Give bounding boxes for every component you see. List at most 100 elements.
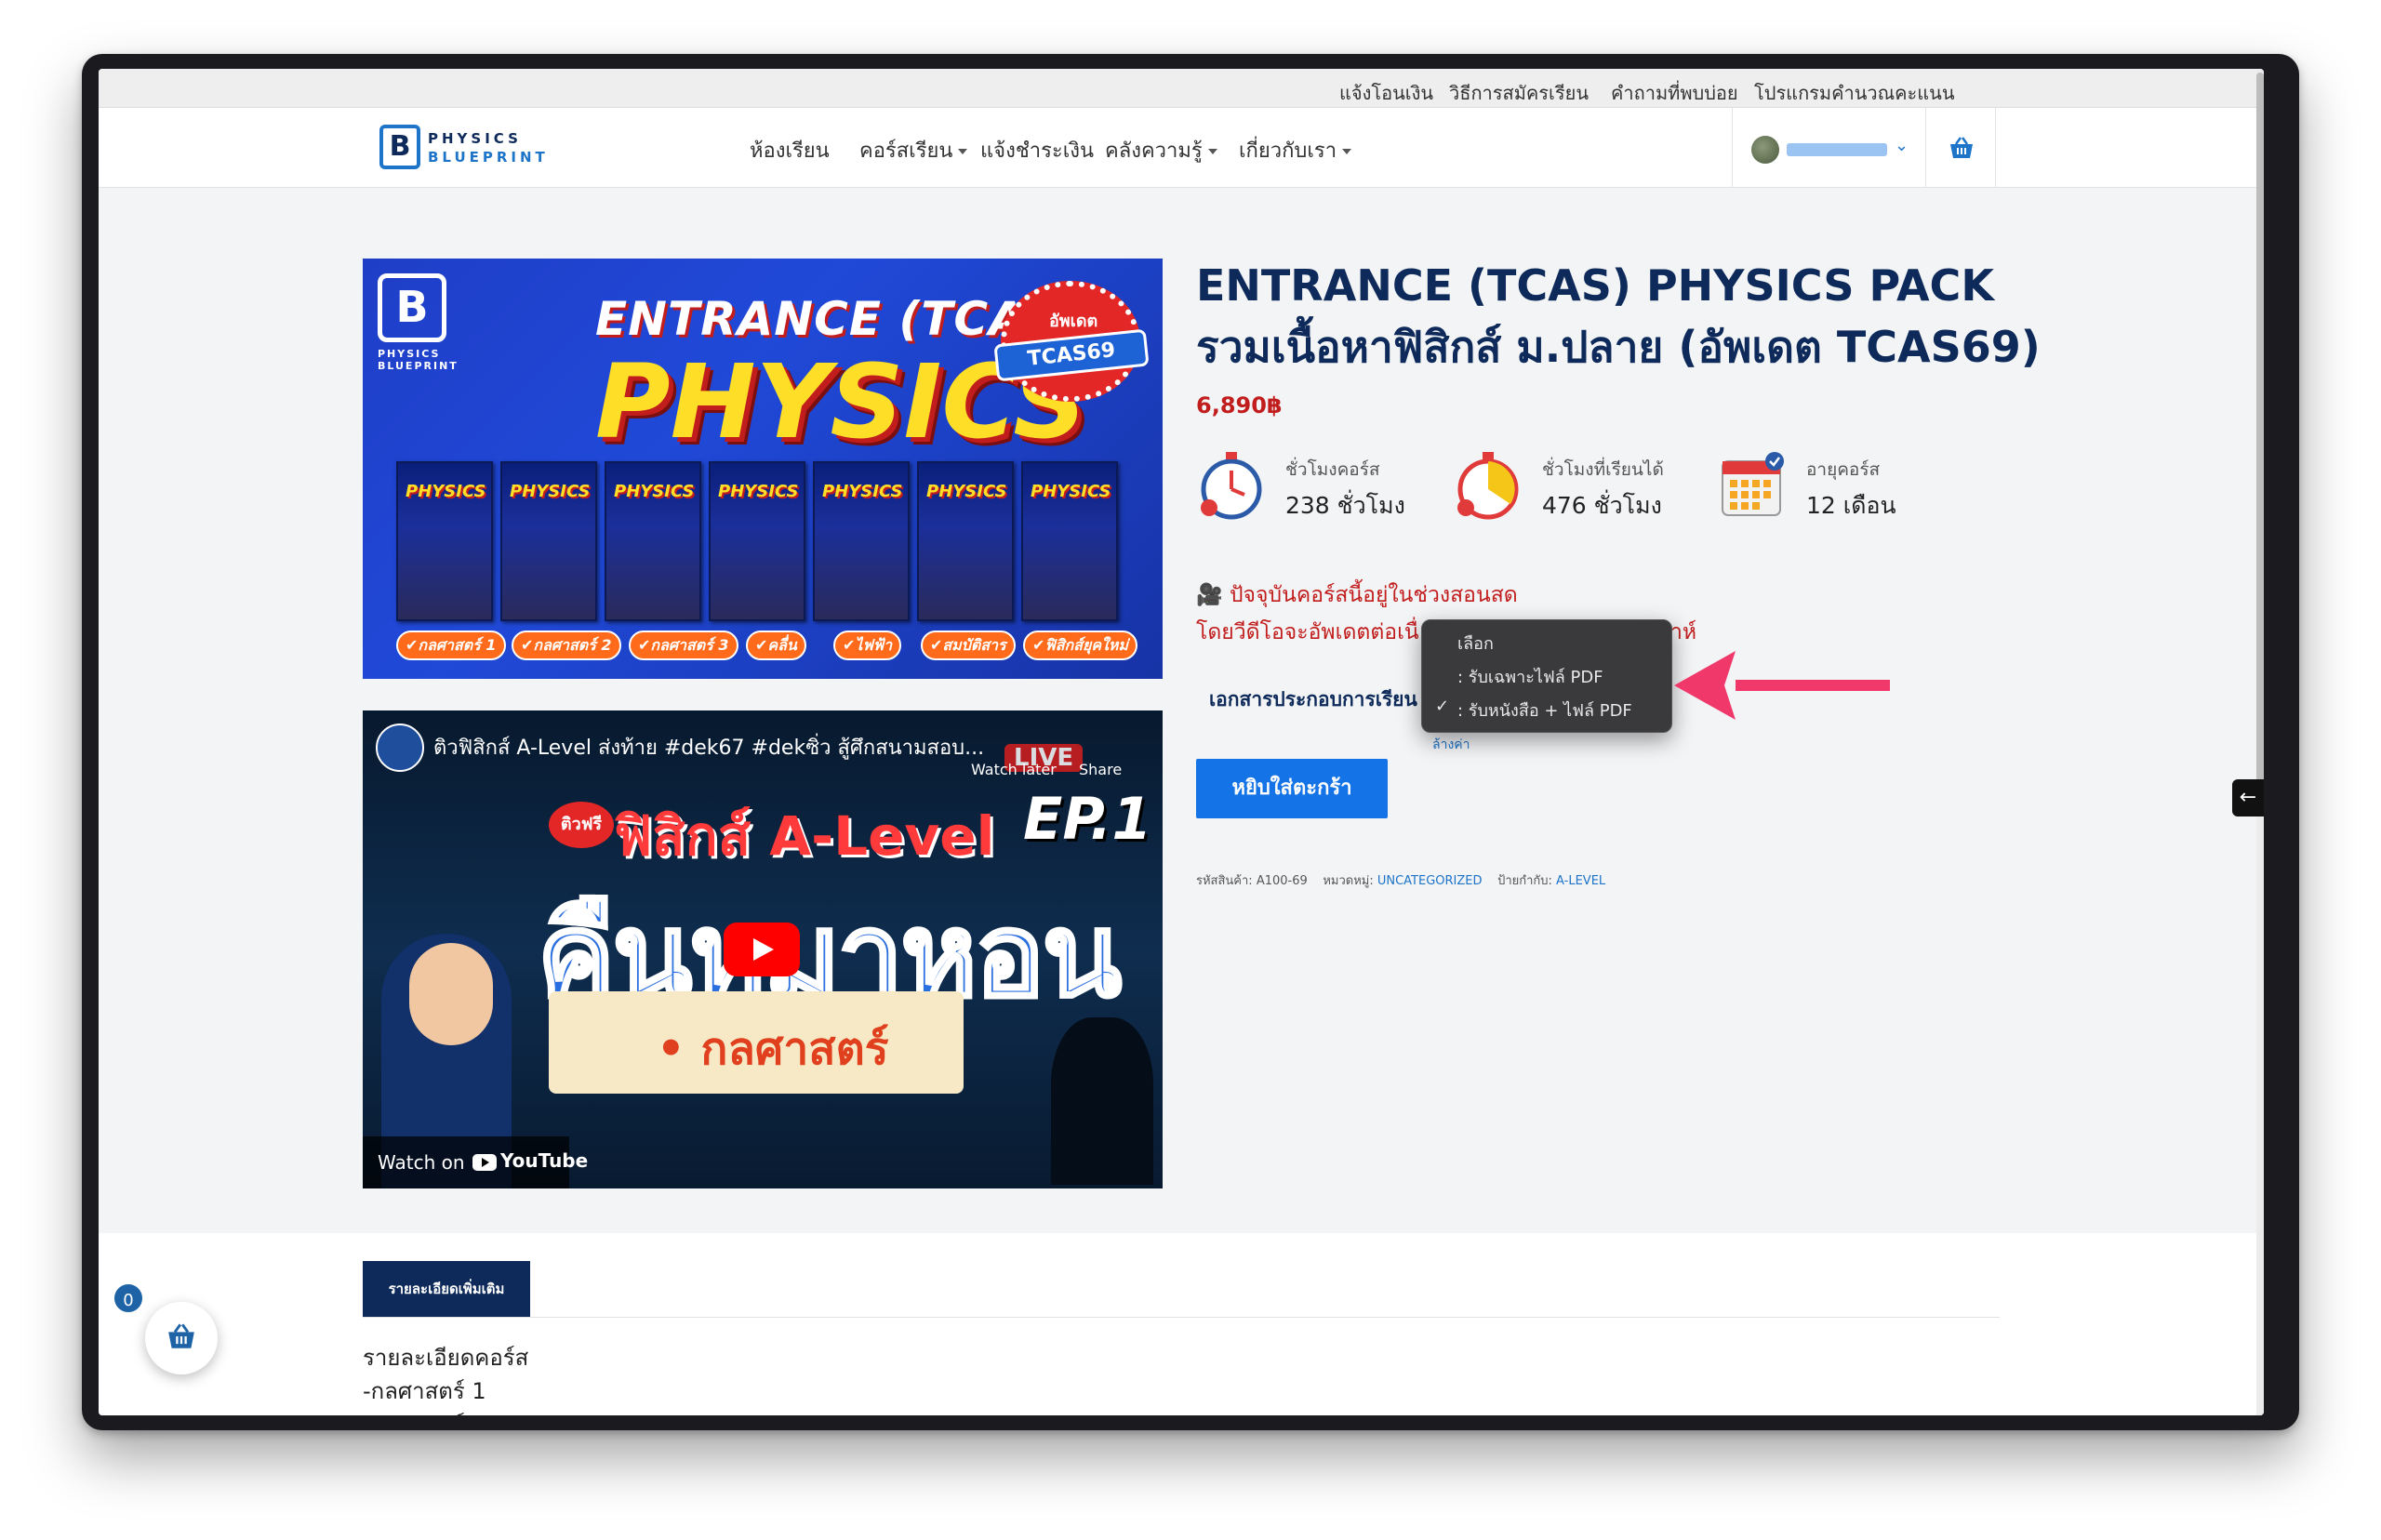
book-cover: PHYSICS (813, 461, 910, 621)
main-navbar: B PHYSICS BLUEPRINT ห้องเรียน คอร์สเรียน… (99, 108, 2264, 188)
nav-item-about[interactable]: เกี่ยวกับเรา (1239, 134, 1352, 166)
dropdown-option-book-and-pdf[interactable]: ✓ : รับหนังสือ + ไฟล์ PDF (1422, 691, 1673, 723)
topic-chip: ✔กลศาสตร์ 2 (512, 631, 621, 660)
nav-item-courses[interactable]: คอร์สเรียน (859, 134, 968, 166)
detail-line: รายละเอียดคอร์ส (363, 1345, 529, 1371)
share-button[interactable]: Share (1079, 761, 1122, 778)
cart-count-badge: 0 (112, 1281, 145, 1315)
logo-text-line1: PHYSICS (428, 130, 522, 147)
stat-label: ชั่วโมงที่เรียนได้ (1542, 459, 1664, 480)
category-link[interactable]: Uncategorized (1377, 874, 1483, 888)
utility-link-score-calculator[interactable]: โปรแกรมคำนวณคะแนน (1754, 78, 1955, 108)
stat-value: 238 ชั่วโมง (1285, 492, 1405, 519)
nav-item-knowledge[interactable]: คลังความรู้ (1105, 134, 1217, 166)
topic-chip: ✔สมบัติสาร (921, 631, 1016, 660)
product-title: ENTRANCE (TCAS) PHYSICS PACK รวมเนื้อหาฟ… (1196, 260, 2041, 372)
material-option-label: เอกสารประกอบการเรียน (1209, 688, 1417, 710)
tab-divider (363, 1317, 2000, 1318)
badge-top-text: อัพเดต (1044, 305, 1104, 336)
checkmark-icon: ✓ (1435, 697, 1450, 716)
dropdown-option-choose[interactable]: เลือก (1422, 624, 1673, 656)
header-cart-button[interactable] (1925, 108, 1996, 188)
topic-chip: ✔กลศาสตร์ 3 (629, 631, 738, 660)
side-panel-toggle[interactable]: ← (2232, 779, 2264, 816)
stat-value: 476 ชั่วโมง (1542, 492, 1662, 519)
stat-access-hours: ชั่วโมงที่เรียนได้ 476 ชั่วโมง (1453, 448, 1676, 523)
topic-chip: ✔กลศาสตร์ 1 (396, 631, 506, 660)
browser-viewport: แจ้งโอนเงิน วิธีการสมัครเรียน คำถามที่พบ… (99, 69, 2264, 1415)
book-cover: PHYSICS (396, 461, 493, 621)
youtube-embed[interactable]: ติวฟิสิกส์ A-Level ส่งท้าย #dek67 #dekซิ… (363, 710, 1163, 1188)
book-stack: PHYSICS PHYSICS PHYSICS PHYSICS PHYSICS … (396, 461, 1131, 621)
chevron-down-icon (958, 149, 968, 154)
utility-link-how-to-enroll[interactable]: วิธีการสมัครเรียน (1449, 78, 1589, 108)
channel-avatar[interactable] (376, 724, 424, 772)
basket-icon (168, 1323, 194, 1348)
dropdown-option-pdf-only[interactable]: : รับเฉพาะไฟล์ PDF (1422, 657, 1673, 689)
material-option-dropdown[interactable]: เลือก : รับเฉพาะไฟล์ PDF ✓ : รับหนังสือ … (1421, 619, 1672, 733)
timer-icon (1457, 452, 1519, 520)
live-teaching-notice: 🎥 ปัจจุบันคอร์สนี้อยู่ในช่วงสอนสด (1196, 583, 1518, 607)
tag-link[interactable]: A-Level (1556, 874, 1605, 888)
basket-icon (1950, 137, 1973, 158)
avatar (1751, 136, 1779, 164)
video-title[interactable]: ติวฟิสิกส์ A-Level ส่งท้าย #dek67 #dekซิ… (433, 731, 984, 763)
tab-more-details[interactable]: รายละเอียดเพิ่มเติม (363, 1261, 530, 1317)
annotation-arrow-icon (1674, 651, 1890, 720)
detail-line: -กลศาสตร์ 2 (363, 1406, 486, 1415)
thumbnail-presenter-face (409, 943, 493, 1045)
book-cover: PHYSICS (917, 461, 1014, 621)
video-update-notice: โดยวีดีโอจะอัพเดตต่อเนื่ (1196, 620, 1419, 644)
nav-item-classroom[interactable]: ห้องเรียน (750, 134, 830, 166)
book-cover: PHYSICS (605, 461, 701, 621)
banner-logo-text: PHYSICS BLUEPRINT (378, 348, 459, 372)
product-details-section: รายละเอียดเพิ่มเติม รายละเอียดคอร์ส -กลศ… (99, 1233, 2264, 1415)
topic-chip: ✔ฟิสิกส์ยุคใหม่ (1023, 631, 1137, 660)
page-scrollbar-thumb[interactable] (2256, 73, 2264, 789)
logo-mark: B (379, 125, 420, 169)
topic-chip: ✔ไฟฟ้า (833, 631, 902, 660)
floating-cart-button[interactable] (145, 1302, 218, 1374)
device-frame: แจ้งโอนเงิน วิธีการสมัครเรียน คำถามที่พบ… (82, 54, 2299, 1430)
chevron-down-icon (1342, 149, 1352, 154)
sku-value: A100-69 (1256, 874, 1308, 888)
stat-value: 12 เดือน (1806, 492, 1896, 519)
stopwatch-icon (1201, 452, 1262, 520)
book-cover: PHYSICS (1021, 461, 1118, 621)
update-badge: อัพเดต TCAS69 (993, 281, 1150, 402)
detail-line: -กลศาสตร์ 1 (363, 1378, 486, 1404)
topic-chip: ✔คลื่น (746, 631, 806, 660)
product-banner-image: B PHYSICS BLUEPRINT ENTRANCE (TCAS) PHYS… (363, 259, 1163, 679)
site-logo[interactable]: B PHYSICS BLUEPRINT (379, 125, 545, 169)
stat-course-hours: ชั่วโมงคอร์ส 238 ชั่วโมง (1196, 448, 1405, 523)
utility-bar: แจ้งโอนเงิน วิธีการสมัครเรียน คำถามที่พบ… (99, 69, 2264, 108)
badge-main-text: TCAS69 (993, 328, 1150, 382)
youtube-icon (472, 1153, 497, 1171)
thumbnail-free-tag: ติวฟรี (549, 802, 614, 848)
clear-selection-link[interactable]: ล้างค่า (1432, 735, 1470, 755)
product-price: 6,890฿ (1196, 392, 1283, 418)
calendar-icon (1722, 452, 1784, 516)
youtube-logo: YouTube (472, 1149, 588, 1172)
username-redacted (1787, 143, 1887, 156)
chevron-down-icon (1207, 149, 1217, 154)
user-menu[interactable]: ⌄ (1732, 108, 1925, 188)
banner-logo-mark: B (378, 273, 446, 342)
add-to-cart-button[interactable]: หยิบใส่ตะกร้า (1196, 759, 1388, 818)
thumbnail-episode: EP.1 (1023, 785, 1152, 853)
watch-later-button[interactable]: Watch later (971, 761, 1057, 778)
utility-link-transfer-notice[interactable]: แจ้งโอนเงิน (1339, 78, 1433, 108)
logo-text-line2: BLUEPRINT (428, 149, 549, 166)
stat-label: ชั่วโมงคอร์ส (1285, 459, 1380, 480)
nav-item-payment[interactable]: แจ้งชำระเงิน (980, 134, 1094, 166)
topic-chips: ✔กลศาสตร์ 1 ✔กลศาสตร์ 2 ✔กลศาสตร์ 3 ✔คลื… (396, 631, 1140, 664)
chevron-down-icon: ⌄ (1895, 136, 1909, 155)
watch-on-label: Watch on (378, 1151, 465, 1174)
play-icon[interactable] (724, 923, 800, 976)
product-meta: รหัสสินค้า: A100-69 หมวดหมู่: Uncategori… (1196, 874, 1606, 888)
book-cover: PHYSICS (500, 461, 597, 621)
stat-course-duration: อายุคอร์ส 12 เดือน (1717, 448, 1922, 523)
book-cover: PHYSICS (709, 461, 805, 621)
stat-label: อายุคอร์ส (1806, 459, 1881, 480)
utility-link-faq[interactable]: คำถามที่พบบ่อย (1611, 78, 1738, 108)
